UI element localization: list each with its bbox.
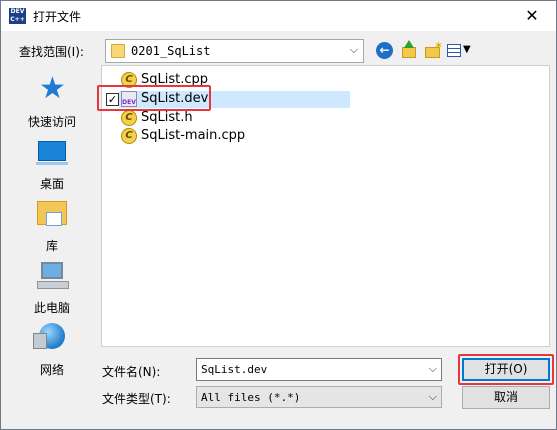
folder-icon	[111, 44, 125, 58]
filetype-select[interactable]: All files (*.*) ⌵	[196, 386, 442, 408]
file-item[interactable]: C SqList.h	[102, 109, 362, 127]
annotation-highlight-open	[458, 354, 554, 385]
places-bar: ★ 快速访问 桌面 库 此电脑 网络	[9, 65, 95, 409]
place-library[interactable]: 库	[9, 197, 95, 257]
quick-access-star-icon: ★	[39, 71, 66, 106]
desktop-icon	[36, 141, 68, 165]
place-label: 此电脑	[33, 301, 70, 315]
close-icon: ✕	[525, 6, 539, 25]
place-label: 库	[45, 239, 58, 253]
chevron-down-icon: ⌵	[349, 43, 358, 56]
sparkle-icon: ✶	[434, 39, 444, 52]
app-icon-text-top: DEV	[10, 8, 25, 15]
look-in-value: 0201_SqList	[131, 44, 211, 58]
cancel-button[interactable]: 取消	[462, 386, 550, 409]
devcpp-app-icon: DEV C++	[9, 8, 26, 24]
chevron-down-icon[interactable]: ⌵	[429, 362, 437, 376]
file-name: SqList-main.cpp	[141, 128, 246, 143]
filename-value: SqList.dev	[201, 363, 268, 376]
window-title: 打开文件	[33, 10, 82, 24]
look-in-label: 查找范围(I):	[19, 45, 84, 59]
library-icon	[37, 201, 67, 226]
up-folder-icon	[402, 47, 416, 58]
file-name: SqList.h	[141, 110, 193, 125]
chevron-down-icon: ⌵	[428, 390, 437, 403]
filename-input[interactable]: SqList.dev ⌵	[196, 358, 442, 381]
filetype-label: 文件类型(T):	[102, 392, 171, 406]
close-button[interactable]: ✕	[513, 4, 551, 28]
network-icon	[33, 323, 65, 349]
filetype-value: All files (*.*)	[201, 391, 301, 404]
up-one-level-button[interactable]	[400, 40, 418, 60]
back-icon: ←	[376, 42, 393, 59]
file-item[interactable]: C SqList-main.cpp	[102, 127, 362, 145]
place-network[interactable]: 网络	[9, 321, 95, 381]
view-menu-button[interactable]: ▼	[447, 42, 473, 60]
new-folder-button[interactable]: ✶	[424, 39, 444, 60]
open-file-dialog: DEV C++ 打开文件 ✕ 查找范围(I): 0201_SqList ⌵ ← …	[0, 0, 557, 430]
cpp-file-icon: C	[121, 128, 137, 144]
place-quick-access[interactable]: ★ 快速访问	[9, 73, 95, 133]
filename-label: 文件名(N):	[102, 365, 161, 379]
header-file-icon: C	[121, 110, 137, 126]
view-menu-icon	[447, 44, 461, 57]
place-desktop[interactable]: 桌面	[9, 135, 95, 195]
annotation-highlight-file	[97, 85, 211, 111]
back-button[interactable]: ←	[376, 42, 394, 60]
place-label: 桌面	[39, 177, 64, 191]
app-icon-text-bottom: C++	[10, 16, 25, 23]
place-this-pc[interactable]: 此电脑	[9, 259, 95, 319]
up-arrow-icon	[404, 40, 414, 48]
place-label: 快速访问	[27, 115, 76, 129]
place-label: 网络	[39, 363, 64, 377]
look-in-dropdown[interactable]: 0201_SqList ⌵	[105, 39, 364, 63]
dropdown-arrow-icon: ▼	[463, 44, 471, 55]
title-bar[interactable]: DEV C++ 打开文件 ✕	[1, 1, 556, 31]
computer-icon	[37, 262, 69, 289]
